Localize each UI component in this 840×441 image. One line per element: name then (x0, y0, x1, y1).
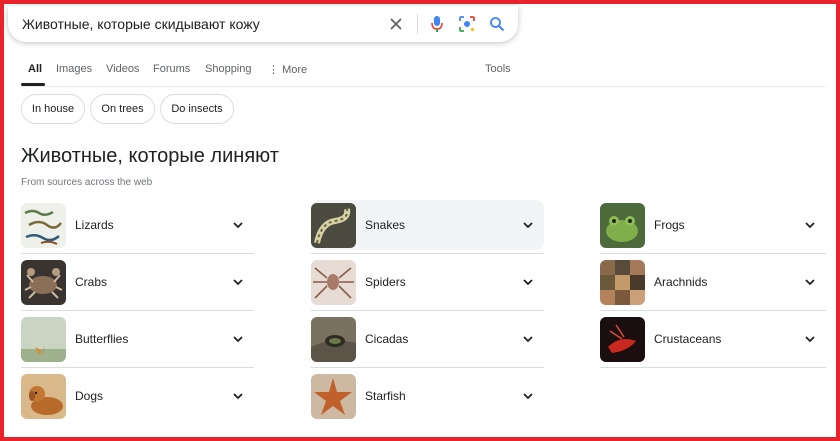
frog-thumbnail (600, 202, 645, 248)
search-tabs: All Images Videos Forums Shopping ⋮ More… (21, 58, 826, 87)
list-item-frogs[interactable]: Frogs (600, 200, 826, 250)
tab-all[interactable]: All (28, 63, 42, 75)
chevron-down-icon[interactable] (230, 388, 246, 404)
row-divider (600, 310, 826, 311)
crab-thumbnail (21, 259, 66, 305)
section-subtitle: From sources across the web (21, 177, 153, 188)
lizard-thumbnail (21, 202, 66, 248)
crustacean-thumbnail (600, 316, 645, 362)
cicada-thumbnail (311, 316, 356, 362)
camera-lens-icon[interactable] (456, 13, 478, 35)
row-divider (600, 367, 826, 368)
list-item-lizards[interactable]: Lizards (21, 200, 254, 250)
chip-do-insects[interactable]: Do insects (160, 94, 234, 124)
row-divider (21, 367, 254, 368)
row-divider (311, 253, 544, 254)
list-item-label: Lizards (75, 218, 114, 232)
clear-icon[interactable] (385, 13, 407, 35)
row-divider (21, 310, 254, 311)
starfish-thumbnail (311, 373, 356, 419)
list-item-label: Crabs (75, 275, 108, 289)
tab-more-label: More (282, 64, 308, 76)
chevron-down-icon[interactable] (230, 331, 246, 347)
list-item-label: Starfish (365, 389, 406, 403)
list-item-butterflies[interactable]: Butterflies (21, 314, 254, 364)
tabs-divider (21, 86, 826, 87)
tools-button[interactable]: Tools (485, 63, 511, 75)
list-item-label: Cicadas (365, 332, 409, 346)
row-divider (311, 367, 544, 368)
list-item-label: Dogs (75, 389, 104, 403)
chevron-down-icon[interactable] (230, 217, 246, 233)
list-item-snakes[interactable]: Snakes (311, 200, 544, 250)
butterfly-thumbnail (21, 316, 66, 362)
chevron-down-icon[interactable] (520, 217, 536, 233)
dog-thumbnail (21, 373, 66, 419)
chevron-down-icon[interactable] (520, 388, 536, 404)
chevron-down-icon[interactable] (230, 274, 246, 290)
list-item-label: Crustaceans (654, 332, 722, 346)
chip-on-trees[interactable]: On trees (90, 94, 155, 124)
list-item-label: Spiders (365, 275, 406, 289)
chevron-down-icon[interactable] (520, 331, 536, 347)
microphone-icon[interactable] (426, 13, 448, 35)
list-item-arachnids[interactable]: Arachnids (600, 257, 826, 307)
section-title: Животные, которые линяют (21, 145, 279, 167)
row-divider (600, 253, 826, 254)
tab-images[interactable]: Images (56, 63, 92, 75)
list-item-crustaceans[interactable]: Crustaceans (600, 314, 826, 364)
chevron-down-icon[interactable] (802, 331, 818, 347)
search-icon[interactable] (486, 13, 508, 35)
more-vertical-icon: ⋮ (268, 64, 283, 76)
row-divider (311, 310, 544, 311)
tab-videos[interactable]: Videos (106, 63, 139, 75)
list-item-label: Frogs (654, 218, 685, 232)
list-item-label: Arachnids (654, 275, 708, 289)
search-bar[interactable]: Животные, которые скидывают кожу (8, 6, 518, 42)
list-item-dogs[interactable]: Dogs (21, 371, 254, 421)
list-item-crabs[interactable]: Crabs (21, 257, 254, 307)
spider-thumbnail (311, 259, 356, 305)
arachnid-thumbnail (600, 259, 645, 305)
list-item-cicadas[interactable]: Cicadas (311, 314, 544, 364)
snake-thumbnail (311, 202, 356, 248)
list-item-label: Butterflies (75, 332, 129, 346)
chevron-down-icon[interactable] (802, 274, 818, 290)
search-separator (417, 14, 418, 34)
tab-more[interactable]: ⋮ More (268, 63, 307, 76)
list-item-starfish[interactable]: Starfish (311, 371, 544, 421)
chevron-down-icon[interactable] (520, 274, 536, 290)
list-item-spiders[interactable]: Spiders (311, 257, 544, 307)
list-item-label: Snakes (365, 218, 406, 232)
chip-in-house[interactable]: In house (21, 94, 85, 124)
chevron-down-icon[interactable] (802, 217, 818, 233)
row-divider (21, 253, 254, 254)
tab-shopping[interactable]: Shopping (205, 63, 252, 75)
search-input[interactable]: Животные, которые скидывают кожу (22, 16, 377, 32)
tab-forums[interactable]: Forums (153, 63, 190, 75)
